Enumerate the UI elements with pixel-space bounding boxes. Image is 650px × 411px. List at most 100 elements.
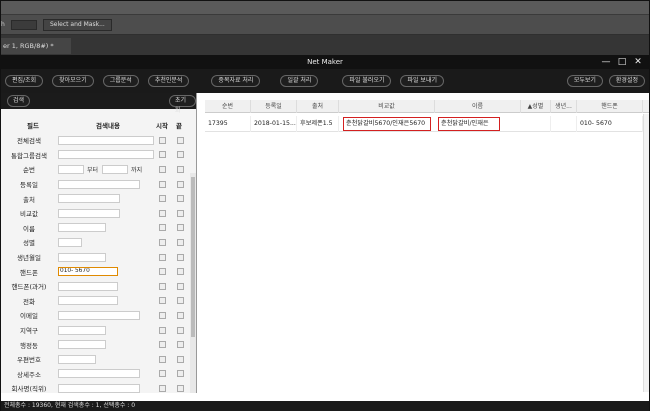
name-input[interactable] bbox=[58, 223, 106, 233]
export-file-button[interactable]: 파일 보내기 bbox=[400, 75, 444, 87]
view-all-button[interactable]: 모두보기 bbox=[566, 75, 603, 87]
start-checkbox[interactable] bbox=[159, 224, 166, 232]
tel-input[interactable] bbox=[58, 296, 118, 306]
search-button[interactable]: 검색 bbox=[7, 95, 31, 107]
district-input[interactable] bbox=[58, 325, 106, 335]
settings-button[interactable]: 환경설정 bbox=[608, 75, 645, 87]
end-checkbox[interactable] bbox=[177, 384, 184, 392]
company-input[interactable] bbox=[58, 383, 140, 393]
birth-input[interactable] bbox=[58, 252, 106, 262]
grid-scrollbar[interactable] bbox=[643, 114, 649, 392]
col-compare[interactable]: 비교값 bbox=[339, 100, 435, 113]
end-checkbox[interactable] bbox=[177, 311, 184, 319]
phone-input[interactable]: 010- 5670 bbox=[58, 267, 118, 277]
start-checkbox[interactable] bbox=[159, 195, 166, 203]
select-and-mask-button[interactable]: Select and Mask... bbox=[43, 18, 112, 31]
search-panel-scrollbar[interactable] bbox=[190, 173, 196, 393]
table-row[interactable]: 17395 2018-01-15... 후보제폰1.5 춘천닭갈비5670/인재… bbox=[205, 116, 649, 132]
col-seq[interactable]: 순번 bbox=[205, 100, 251, 113]
filter-label: 핸드폰(과거) bbox=[11, 283, 47, 292]
phone-past-input[interactable] bbox=[58, 281, 118, 291]
main-toolbar: 편집/조회 찾아모으기 그룹분석 추천인분석 중복자료 처리 일괄 처리 파일 … bbox=[1, 69, 649, 93]
compare-input[interactable] bbox=[58, 208, 120, 218]
start-checkbox[interactable] bbox=[159, 151, 166, 159]
start-checkbox[interactable] bbox=[159, 253, 166, 261]
end-checkbox[interactable] bbox=[177, 136, 184, 144]
batch-process-button[interactable]: 일괄 처리 bbox=[280, 75, 319, 87]
scrollbar-thumb[interactable] bbox=[191, 177, 195, 337]
start-checkbox[interactable] bbox=[159, 355, 166, 363]
end-checkbox[interactable] bbox=[177, 282, 184, 290]
duplicate-process-button[interactable]: 중복자료 처리 bbox=[211, 75, 261, 87]
import-file-button[interactable]: 파일 불러오기 bbox=[342, 75, 392, 87]
col-phone[interactable]: 핸드폰 bbox=[577, 100, 643, 113]
filter-label: 상세주소 bbox=[17, 370, 41, 379]
end-checkbox[interactable] bbox=[177, 209, 184, 217]
address-input[interactable] bbox=[58, 369, 140, 379]
col-gender[interactable]: ▲성별 bbox=[521, 100, 551, 113]
start-checkbox[interactable] bbox=[159, 282, 166, 290]
start-checkbox[interactable] bbox=[159, 209, 166, 217]
end-checkbox[interactable] bbox=[177, 238, 184, 246]
edit-view-button[interactable]: 편집/조회 bbox=[5, 75, 44, 87]
end-checkbox[interactable] bbox=[177, 180, 184, 188]
reset-button[interactable]: 초기화 bbox=[169, 95, 196, 114]
col-date[interactable]: 등록일 bbox=[251, 100, 297, 113]
email-input[interactable] bbox=[58, 310, 140, 320]
range-from-label: 부터 bbox=[87, 166, 99, 174]
close-icon[interactable]: ✕ bbox=[633, 57, 643, 67]
all-search-input[interactable] bbox=[58, 135, 154, 145]
minimize-icon[interactable]: — bbox=[601, 57, 611, 67]
end-checkbox[interactable] bbox=[177, 297, 184, 305]
end-checkbox[interactable] bbox=[177, 195, 184, 203]
end-checkbox[interactable] bbox=[177, 355, 184, 363]
group-search-input[interactable] bbox=[58, 150, 154, 160]
start-checkbox[interactable] bbox=[159, 341, 166, 349]
gender-input[interactable] bbox=[58, 237, 82, 247]
seq-to-input[interactable] bbox=[102, 164, 129, 174]
filter-row-district: 지역구 bbox=[1, 323, 196, 338]
start-checkbox[interactable] bbox=[159, 180, 166, 188]
host-options-field[interactable] bbox=[11, 19, 37, 30]
group-analysis-button[interactable]: 그룹분석 bbox=[102, 75, 139, 87]
start-checkbox[interactable] bbox=[159, 311, 166, 319]
start-checkbox[interactable] bbox=[159, 297, 166, 305]
end-checkbox[interactable] bbox=[177, 326, 184, 334]
search-panel: 검색 초기화 필드 검색내용 시작 끝 전체검색 통합그룹검색 순번 부터 까지… bbox=[1, 93, 197, 393]
dong-input[interactable] bbox=[58, 340, 106, 350]
filter-label: 회사명(직위) bbox=[11, 385, 47, 394]
end-checkbox[interactable] bbox=[177, 151, 184, 159]
seq-from-input[interactable] bbox=[58, 164, 84, 174]
cell-date: 2018-01-15... bbox=[251, 116, 297, 132]
referrer-analysis-button[interactable]: 추천인분석 bbox=[147, 75, 190, 87]
host-document-tab[interactable]: er 1, RGB/8#) * bbox=[1, 38, 71, 54]
start-checkbox[interactable] bbox=[159, 326, 166, 334]
results-grid: 순번 등록일 출처 비교값 이름 ▲성별 생년... 핸드폰 17395 201… bbox=[205, 100, 649, 392]
col-source[interactable]: 출처 bbox=[297, 100, 339, 113]
zip-input[interactable] bbox=[58, 354, 96, 364]
start-checkbox[interactable] bbox=[159, 165, 166, 173]
end-checkbox[interactable] bbox=[177, 253, 184, 261]
filter-rows: 전체검색 통합그룹검색 순번 부터 까지 등록일 출처 비교값 이름 성별 생년… bbox=[1, 133, 196, 396]
start-checkbox[interactable] bbox=[159, 136, 166, 144]
date-input[interactable] bbox=[58, 179, 140, 189]
collect-button[interactable]: 찾아모으기 bbox=[52, 75, 94, 87]
cell-gender bbox=[521, 116, 551, 132]
end-checkbox[interactable] bbox=[177, 165, 184, 173]
filter-row-tel: 전화 bbox=[1, 294, 196, 309]
end-checkbox[interactable] bbox=[177, 341, 184, 349]
col-name[interactable]: 이름 bbox=[435, 100, 521, 113]
host-options-bar: h Select and Mask... bbox=[1, 15, 649, 35]
host-tab-strip bbox=[1, 35, 649, 55]
start-checkbox[interactable] bbox=[159, 370, 166, 378]
source-input[interactable] bbox=[58, 194, 120, 204]
start-checkbox[interactable] bbox=[159, 384, 166, 392]
col-birth[interactable]: 생년... bbox=[551, 100, 577, 113]
start-checkbox[interactable] bbox=[159, 238, 166, 246]
end-checkbox[interactable] bbox=[177, 224, 184, 232]
start-checkbox[interactable] bbox=[159, 268, 166, 276]
maximize-icon[interactable]: □ bbox=[617, 57, 627, 67]
status-bar: 전체총수 : 19360, 현재 검색총수 : 1, 선택총수 : 0 bbox=[1, 401, 649, 411]
end-checkbox[interactable] bbox=[177, 268, 184, 276]
end-checkbox[interactable] bbox=[177, 370, 184, 378]
